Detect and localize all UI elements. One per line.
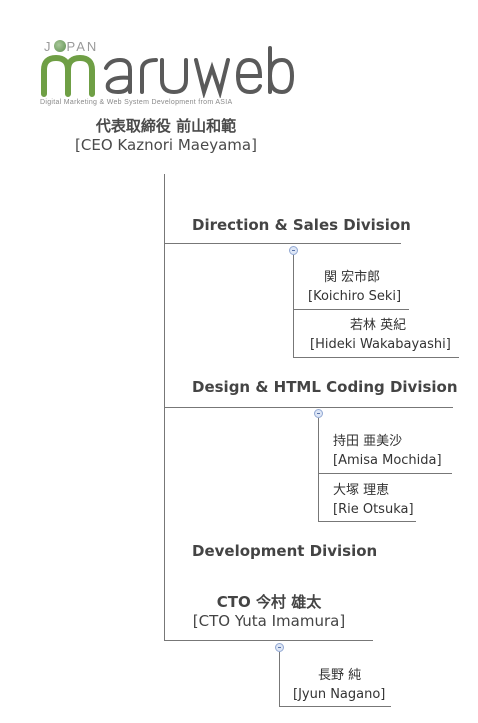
member-name-jp: 若林 英紀 xyxy=(350,318,407,333)
division-underline xyxy=(164,407,453,408)
branch-line xyxy=(279,652,280,707)
division-title-design-html: Design & HTML Coding Division xyxy=(192,378,458,396)
member-underline xyxy=(279,706,391,707)
member-name-en: [Amisa Mochida] xyxy=(333,453,442,468)
logo-letter-u xyxy=(160,58,188,95)
logo-tagline: Digital Marketing & Web System Developme… xyxy=(40,99,233,106)
collapse-node-icon[interactable] xyxy=(275,643,284,652)
member-name-jp: 長野 純 xyxy=(318,668,362,683)
cto-name-en: [CTO Yuta Imamura] xyxy=(192,612,346,630)
member-name-en: [Rie Otsuka] xyxy=(333,502,414,517)
branch-line xyxy=(293,255,294,358)
maruweb-logo xyxy=(41,46,295,98)
member-name-en: [Jyun Nagano] xyxy=(293,687,386,702)
member-underline xyxy=(318,521,416,522)
member-name-en: [Koichiro Seki] xyxy=(308,289,402,304)
member-underline xyxy=(293,309,409,310)
member-underline xyxy=(293,357,459,358)
member-name-en: [Hideki Wakabayashi] xyxy=(310,337,451,352)
division-underline xyxy=(164,640,373,641)
member-name-jp: 関 宏市郎 xyxy=(324,270,381,285)
logo-letter-a xyxy=(104,57,132,95)
logo-letter-m xyxy=(41,54,95,97)
logo-letter-e xyxy=(235,57,263,95)
division-title-development: Development Division xyxy=(192,542,378,560)
logo-letter-b xyxy=(268,46,295,95)
member-name-jp: 大塚 理恵 xyxy=(333,483,390,498)
branch-line xyxy=(318,418,319,521)
collapse-node-icon[interactable] xyxy=(289,246,298,255)
ceo-name-en: [CEO Kaznori Maeyama] xyxy=(75,136,257,154)
member-underline xyxy=(318,473,452,474)
division-title-direction-sales: Direction & Sales Division xyxy=(192,216,411,234)
logo-letter-w xyxy=(194,58,230,98)
division-underline xyxy=(164,243,401,244)
logo-letter-r xyxy=(140,58,158,94)
member-name-jp: 持田 亜美沙 xyxy=(333,434,403,449)
cto-name-jp: CTO 今村 雄太 xyxy=(216,593,322,611)
ceo-name-jp: 代表取締役 前山和範 xyxy=(95,117,237,135)
collapse-node-icon[interactable] xyxy=(314,409,323,418)
